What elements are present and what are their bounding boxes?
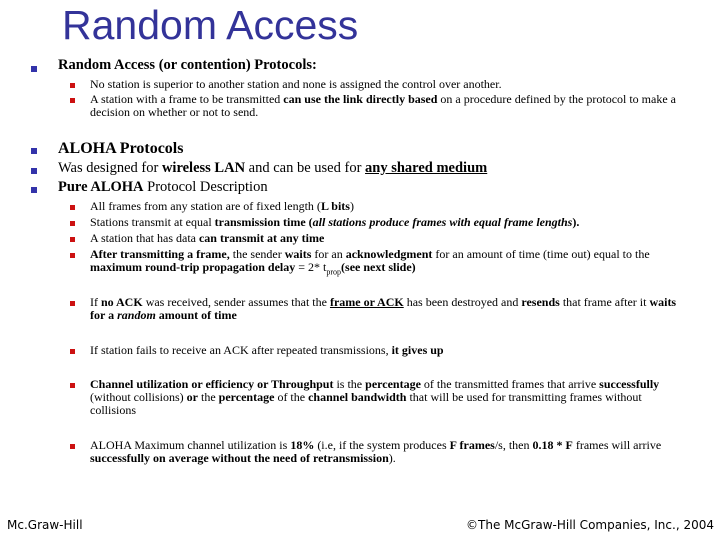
bullet-square-icon	[70, 221, 75, 226]
list-item: If station fails to receive an ACK after…	[90, 343, 444, 357]
bullet-square-icon	[70, 237, 75, 242]
list-item: Was designed for wireless LAN and can be…	[58, 160, 488, 176]
slide-title: Random Access	[62, 2, 359, 48]
bullet-square-icon	[31, 66, 37, 72]
bullet-square-icon	[70, 301, 75, 306]
footer-publisher: Mc.Graw-Hill	[7, 518, 83, 532]
bullet-square-icon	[70, 83, 75, 88]
list-item: After transmitting a frame, the sender w…	[90, 247, 650, 277]
bullet-square-icon	[70, 349, 75, 354]
list-item: Stations transmit at equal transmission …	[90, 215, 580, 229]
bullet-square-icon	[70, 205, 75, 210]
section-heading-random-access: Random Access (or contention) Protocols:	[58, 57, 317, 73]
bullet-square-icon	[70, 253, 75, 258]
list-item: If no ACK was received, sender assumes t…	[90, 295, 677, 322]
bullet-square-icon	[31, 187, 37, 193]
list-item: Channel utilization or efficiency or Thr…	[90, 377, 660, 417]
bullet-square-icon	[70, 98, 75, 103]
list-item: A station with a frame to be transmitted…	[90, 92, 676, 119]
bullet-square-icon	[31, 148, 37, 154]
list-item: ALOHA Maximum channel utilization is 18%…	[90, 438, 662, 465]
bullet-square-icon	[70, 444, 75, 449]
list-item: No station is superior to another statio…	[90, 77, 502, 91]
bullet-square-icon	[70, 383, 75, 388]
bullet-square-icon	[31, 168, 37, 174]
list-item: Pure ALOHA Protocol Description	[58, 179, 268, 195]
list-item: A station that has data can transmit at …	[90, 231, 325, 245]
section-heading-aloha: ALOHA Protocols	[58, 140, 184, 157]
footer-copyright: ©The McGraw-Hill Companies, Inc., 2004	[466, 518, 714, 532]
list-item: All frames from any station are of fixed…	[90, 199, 354, 213]
